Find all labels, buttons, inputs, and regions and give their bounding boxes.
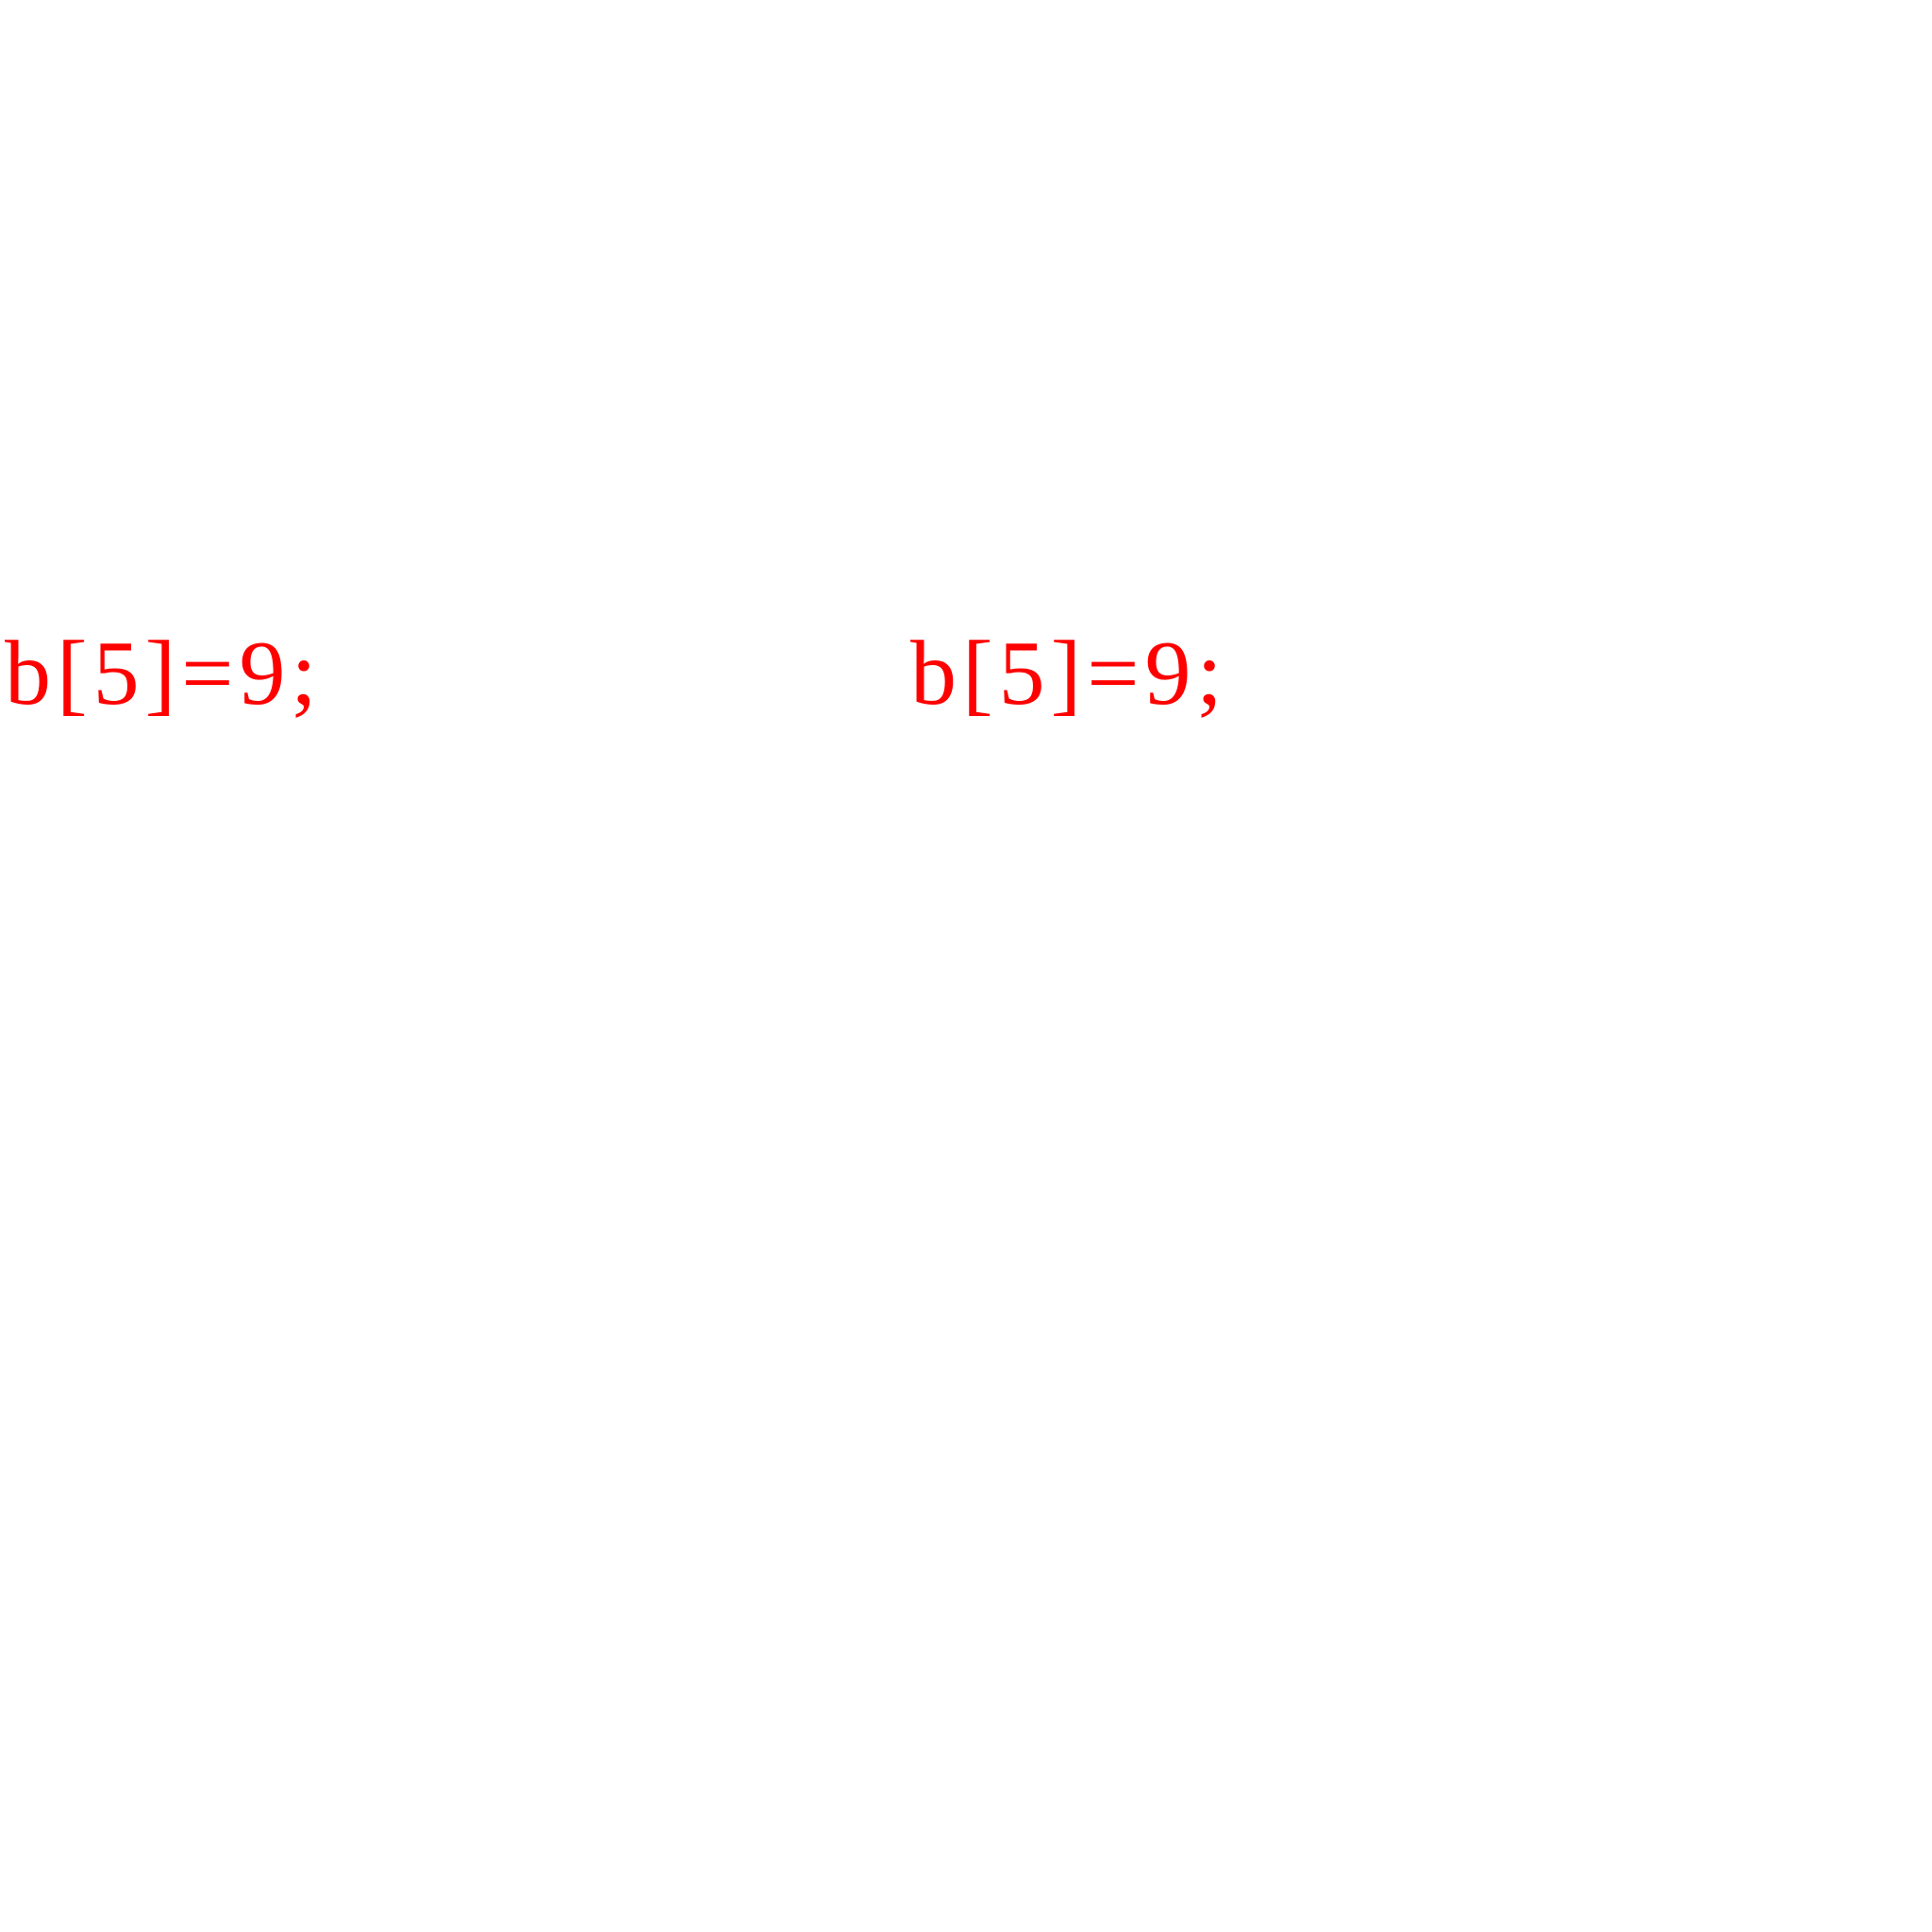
code-statement-left: b[5]=9;: [5, 623, 323, 724]
code-statement-right: b[5]=9;: [910, 623, 1228, 724]
